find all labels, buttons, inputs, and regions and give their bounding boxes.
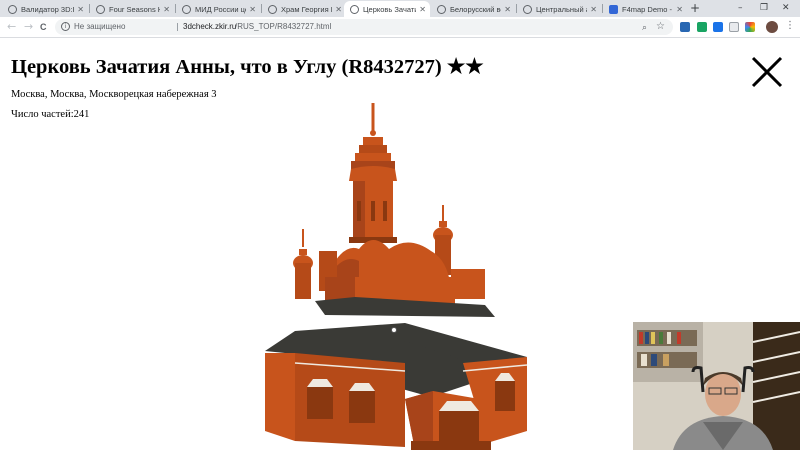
close-window-button[interactable]: ✕ [782,1,790,15]
parts-value: 241 [73,109,90,120]
menu-kebab-icon[interactable]: ⋮ [785,20,795,32]
f4map-icon [609,4,618,14]
extension-icon[interactable] [729,22,739,32]
globe-icon [96,4,105,14]
browser-tab-strip: Валидатор 3D:RUS ✕ Four Seasons Hote ✕ М… [0,0,800,17]
browser-tab[interactable]: Храм Георгия По ✕ [262,1,346,17]
globe-icon [437,4,446,14]
globe-icon [523,4,532,14]
linkedin-extension-icon[interactable] [680,22,690,32]
tab-close-icon[interactable]: ✕ [163,5,170,14]
close-icon[interactable] [746,51,788,93]
forward-button[interactable]: → [24,20,33,34]
parts-label: Число частей: [11,109,74,120]
browser-tab[interactable]: Валидатор 3D:RUS ✕ [2,1,88,17]
tab-close-icon[interactable]: ✕ [77,5,84,14]
profile-avatar[interactable] [766,21,778,33]
page-title: Церковь Зачатия Анны, что в Углу (R84327… [11,56,484,78]
browser-tab[interactable]: Four Seasons Hote ✕ [90,1,174,17]
browser-tab[interactable]: F4map Demo - Int ✕ [603,1,687,17]
browser-tab[interactable]: Белорусский вокз ✕ [431,1,515,17]
church-3d-model[interactable] [255,101,545,450]
url-host: 3dcheck.zkir.ru [183,22,237,31]
info-icon[interactable]: i [61,22,70,31]
tab-close-icon[interactable]: ✕ [335,5,342,14]
browser-tab-active[interactable]: Церковь Зачатия ✕ [344,1,430,17]
tab-close-icon[interactable]: ✕ [419,5,426,14]
address-bar[interactable]: i Не защищено 3dcheck.zkir.ru /RUS_TOP/R… [55,19,673,35]
tab-close-icon[interactable]: ✕ [504,5,511,14]
tab-label: МИД России цен [195,4,246,14]
tab-close-icon[interactable]: ✕ [676,5,683,14]
security-label: Не защищено [74,22,126,31]
tab-close-icon[interactable]: ✕ [590,5,597,14]
back-button[interactable]: ← [7,20,16,34]
extension-icon[interactable] [697,22,707,32]
globe-icon [8,4,17,14]
browser-tab[interactable]: МИД России цен ✕ [176,1,260,17]
color-picker-extension-icon[interactable] [745,22,755,32]
extension-icon[interactable] [713,22,723,32]
restore-button[interactable]: ❐ [760,1,768,15]
globe-icon [182,4,191,14]
tab-label: Валидатор 3D:RUS [21,4,74,14]
mouse-cursor [391,327,397,333]
minimize-button[interactable]: – [738,1,743,15]
webcam-overlay [633,322,800,450]
url-path: /RUS_TOP/R8432727.html [235,22,332,31]
tab-label: F4map Demo - Int [622,4,673,14]
browser-tab[interactable]: Центральный ак ✕ [517,1,601,17]
tab-close-icon[interactable]: ✕ [249,5,256,14]
building-address: Москва, Москва, Москворецкая набережная … [11,89,217,100]
new-tab-button[interactable]: + [690,2,700,15]
tab-label: Центральный ак [536,4,587,14]
browser-toolbar: ← → C i Не защищено 3dcheck.zkir.ru /RUS… [0,17,800,38]
zoom-icon[interactable]: ⌕ [642,19,647,35]
reload-button[interactable]: C [40,20,47,34]
globe-icon [350,4,359,14]
tab-label: Белорусский вокз [450,4,501,14]
globe-icon [268,4,277,14]
bookmark-star-icon[interactable]: ☆ [656,19,665,35]
tab-label: Церковь Зачатия [363,4,416,14]
tab-label: Храм Георгия По [281,4,332,14]
tab-label: Four Seasons Hote [109,4,160,14]
parts-count: Число частей:241 [11,109,89,120]
